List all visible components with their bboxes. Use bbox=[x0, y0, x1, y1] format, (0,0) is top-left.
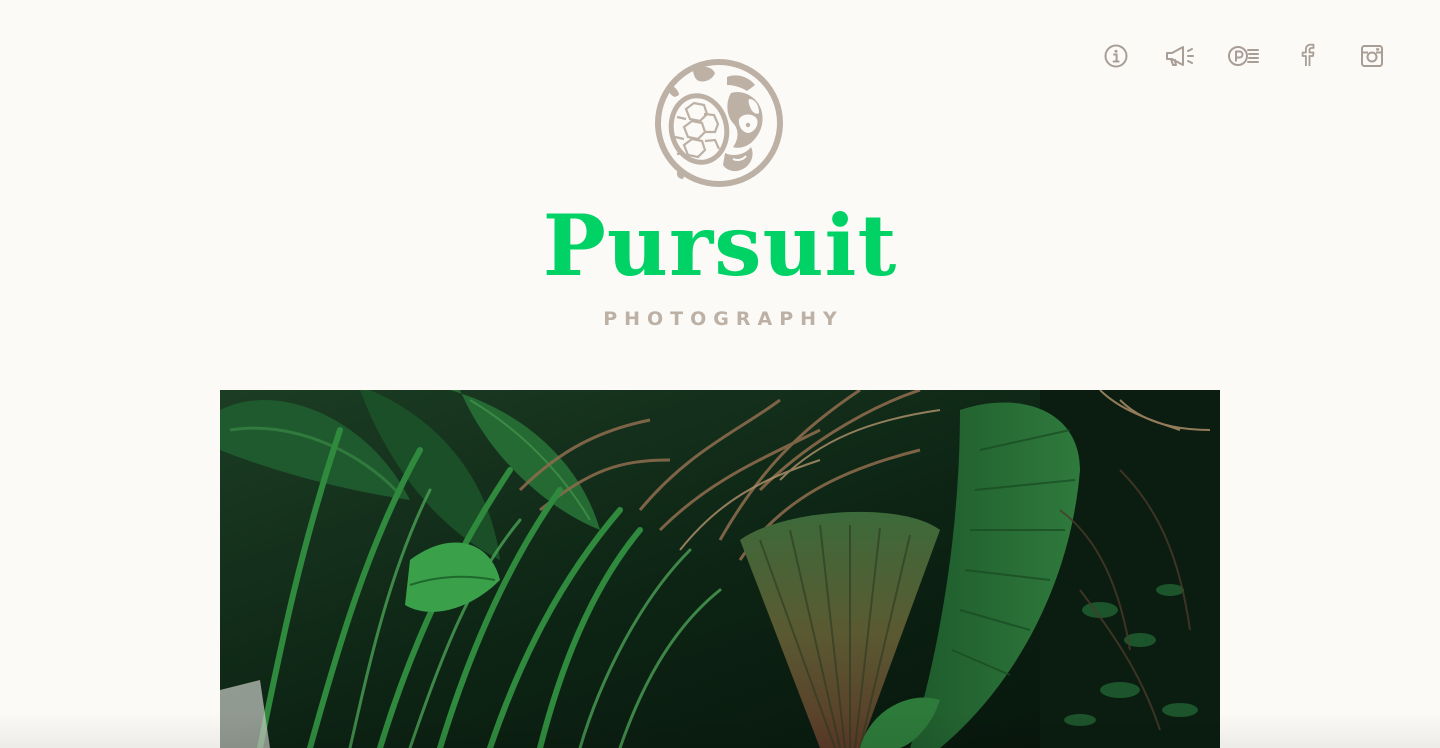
turtle-hare-logo-icon bbox=[655, 59, 783, 187]
brand-subtitle: PHOTOGRAPHY bbox=[603, 308, 844, 330]
megaphone-icon[interactable] bbox=[1148, 38, 1212, 74]
facebook-icon[interactable] bbox=[1276, 38, 1340, 74]
logo-emblem[interactable] bbox=[653, 57, 785, 189]
instagram-icon[interactable] bbox=[1340, 38, 1404, 74]
info-icon[interactable] bbox=[1084, 38, 1148, 74]
pinterest-icon[interactable] bbox=[1212, 38, 1276, 74]
top-nav bbox=[1084, 38, 1404, 74]
brand-name[interactable]: Pursuit bbox=[0, 196, 1440, 296]
palm-foliage-illustration bbox=[220, 390, 1220, 748]
hero-image bbox=[220, 390, 1220, 748]
